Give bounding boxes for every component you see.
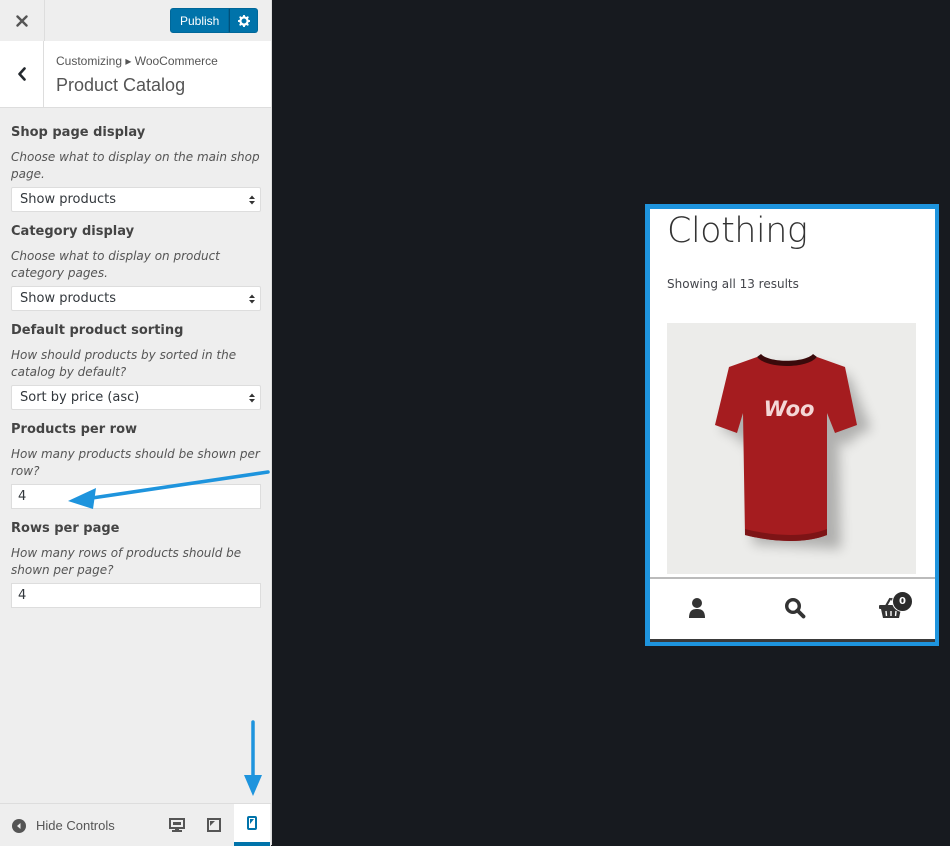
preview-desktop-button[interactable]: [159, 804, 195, 846]
control-description: Choose what to display on the main shop …: [11, 150, 260, 181]
shop-page-display-select[interactable]: Show products: [11, 187, 261, 212]
publish-settings-button[interactable]: [229, 8, 259, 33]
chevron-left-icon: [17, 67, 26, 81]
control-label: Category display: [11, 224, 135, 239]
products-per-row-input[interactable]: 4: [11, 484, 261, 509]
select-arrows-icon: [249, 393, 255, 403]
products-per-row-control: Products per row How many products shoul…: [11, 421, 261, 509]
rows-per-page-input[interactable]: 4: [11, 583, 261, 608]
close-icon: [16, 14, 28, 27]
rows-per-page-control: Rows per page How many rows of products …: [11, 520, 261, 608]
mobile-preview-frame: Clothing Showing all 13 results Woo 0: [645, 204, 939, 646]
page-title: Clothing: [667, 211, 808, 251]
breadcrumb: Customizing ▸ WooCommerce: [56, 54, 218, 68]
shop-page-display-control: Shop page display Choose what to display…: [11, 124, 261, 212]
mobile-icon: [247, 816, 257, 830]
customizer-footer: Hide Controls: [0, 803, 271, 846]
publish-button-group: Publish: [170, 8, 259, 33]
customizer-header: Publish: [0, 0, 271, 42]
collapse-icon: [12, 818, 26, 833]
select-value: Show products: [20, 192, 116, 207]
default-sorting-select[interactable]: Sort by price (asc): [11, 385, 261, 410]
search-button[interactable]: [780, 593, 810, 623]
publish-button[interactable]: Publish: [170, 8, 230, 33]
controls-panel: Shop page display Choose what to display…: [11, 124, 261, 608]
control-label: Rows per page: [11, 521, 120, 536]
select-arrows-icon: [249, 195, 255, 205]
close-customizer-button[interactable]: [0, 0, 45, 41]
gear-icon: [237, 14, 250, 27]
product-image[interactable]: Woo: [667, 323, 916, 574]
preview-mobile-button[interactable]: [234, 804, 270, 846]
cart-count-badge: 0: [892, 591, 913, 612]
desktop-icon: [169, 817, 185, 832]
control-description: How many products should be shown per ro…: [11, 447, 260, 478]
control-label: Products per row: [11, 422, 138, 437]
tshirt-image: Woo: [715, 354, 871, 549]
control-description: How should products by sorted in the cat…: [11, 348, 237, 379]
back-button[interactable]: [0, 41, 44, 107]
search-icon: [784, 597, 806, 619]
default-sorting-control: Default product sorting How should produ…: [11, 322, 261, 410]
customizer-sidebar: Publish Customizing ▸ WooCommerce Produc…: [0, 0, 272, 846]
control-label: Default product sorting: [11, 323, 184, 338]
preview-tablet-button[interactable]: [196, 804, 232, 846]
tablet-icon: [207, 818, 221, 832]
hide-controls-label: Hide Controls: [36, 818, 115, 833]
select-value: Sort by price (asc): [20, 390, 140, 405]
category-display-select[interactable]: Show products: [11, 286, 261, 311]
handheld-footer-bar: 0: [650, 577, 935, 641]
preview-page: Clothing Showing all 13 results Woo 0: [650, 209, 935, 642]
section-header: Customizing ▸ WooCommerce Product Catalo…: [0, 41, 271, 108]
hide-controls-button[interactable]: Hide Controls: [12, 818, 115, 833]
control-description: Choose what to display on product catego…: [11, 249, 220, 280]
select-value: Show products: [20, 291, 116, 306]
category-display-control: Category display Choose what to display …: [11, 223, 261, 311]
tshirt-print: Woo: [764, 397, 815, 421]
select-arrows-icon: [249, 294, 255, 304]
section-title: Product Catalog: [56, 75, 186, 95]
result-count: Showing all 13 results: [667, 277, 799, 291]
user-icon: [689, 598, 705, 618]
preview-bottom-border: [650, 639, 935, 642]
account-button[interactable]: [682, 593, 712, 623]
control-label: Shop page display: [11, 125, 146, 140]
control-description: How many rows of products should be show…: [11, 546, 242, 577]
